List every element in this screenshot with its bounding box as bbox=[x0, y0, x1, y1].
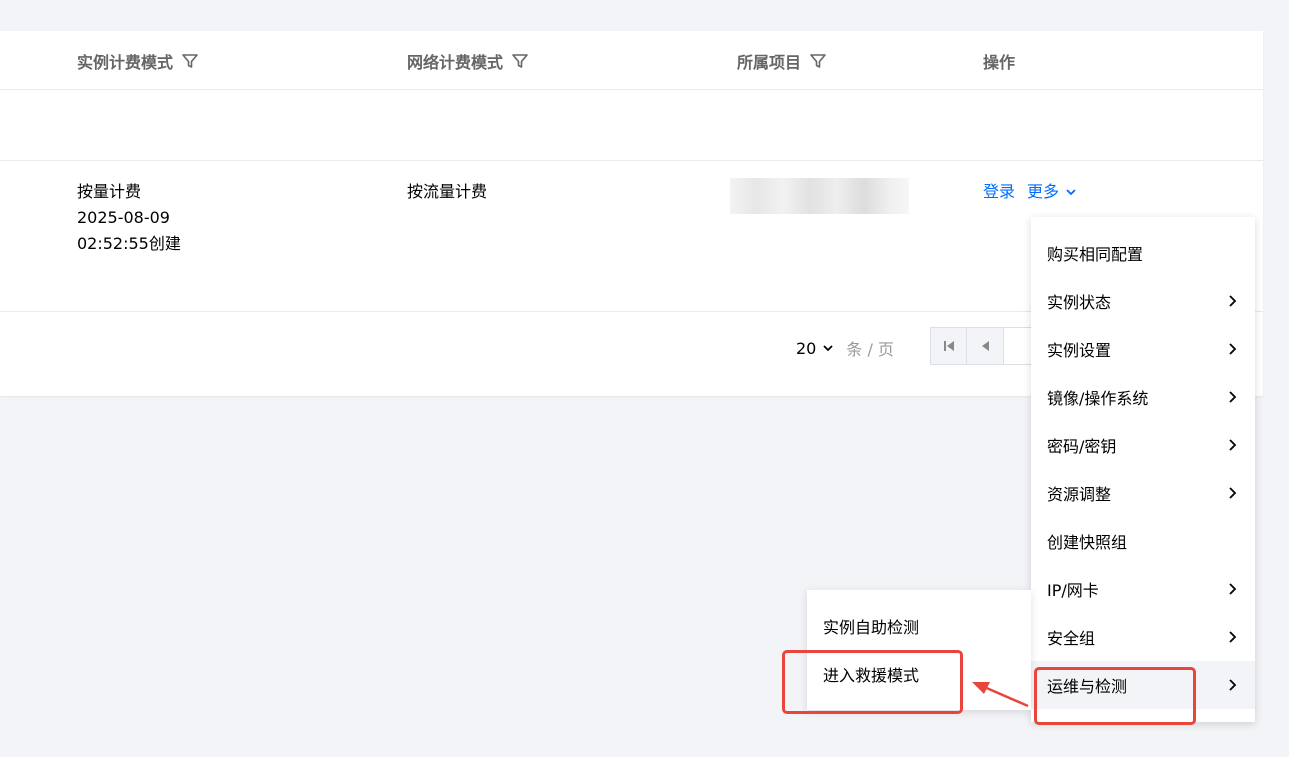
header-project-label: 所属项目 bbox=[737, 53, 802, 72]
chevron-right-icon bbox=[1229, 487, 1237, 499]
menu-item-ip-nic[interactable]: IP/网卡 bbox=[1031, 565, 1255, 613]
chevron-down-icon bbox=[1066, 189, 1076, 196]
menu-item-instance-settings[interactable]: 实例设置 bbox=[1031, 325, 1255, 373]
chevron-down-icon bbox=[823, 345, 833, 352]
menu-item-label: 安全组 bbox=[1047, 629, 1096, 648]
prev-page-button[interactable] bbox=[967, 327, 1004, 365]
created-time: 02:52:55创建 bbox=[77, 234, 181, 253]
filter-icon[interactable] bbox=[181, 52, 199, 70]
header-billing-mode-label: 实例计费模式 bbox=[77, 53, 174, 72]
cell-network-billing: 按流量计费 bbox=[407, 182, 488, 201]
header-actions-label: 操作 bbox=[983, 53, 1016, 72]
arrow-annotation bbox=[972, 682, 1029, 708]
filter-icon[interactable] bbox=[809, 52, 827, 70]
created-date: 2025-08-09 bbox=[77, 208, 170, 227]
menu-item-create-snapshot-group[interactable]: 创建快照组 bbox=[1031, 517, 1255, 565]
menu-item-label: 创建快照组 bbox=[1047, 533, 1128, 552]
prev-page-icon bbox=[982, 341, 989, 351]
menu-item-password-key[interactable]: 密码/密钥 bbox=[1031, 421, 1255, 469]
highlight-box-rescue bbox=[782, 650, 963, 714]
chevron-right-icon bbox=[1229, 583, 1237, 595]
menu-item-label: 资源调整 bbox=[1047, 485, 1112, 504]
menu-item-label: 密码/密钥 bbox=[1047, 437, 1117, 456]
chevron-right-icon bbox=[1229, 343, 1237, 355]
header-billing-mode: 实例计费模式 bbox=[77, 49, 199, 73]
billing-mode-value: 按量计费 bbox=[77, 182, 142, 201]
menu-item-instance-status[interactable]: 实例状态 bbox=[1031, 277, 1255, 325]
page-size-select[interactable]: 20 条 / 页 bbox=[796, 336, 894, 360]
menu-item-label: 实例设置 bbox=[1047, 341, 1112, 360]
submenu-item-self-check[interactable]: 实例自助检测 bbox=[807, 602, 1031, 650]
filter-icon[interactable] bbox=[511, 52, 529, 70]
chevron-right-icon bbox=[1229, 295, 1237, 307]
page-size-value: 20 bbox=[796, 338, 817, 358]
page-number-input[interactable] bbox=[1004, 327, 1034, 365]
menu-item-label: 实例状态 bbox=[1047, 293, 1112, 312]
header-network-billing-label: 网络计费模式 bbox=[407, 53, 504, 72]
chevron-right-icon bbox=[1229, 391, 1237, 403]
more-dropdown[interactable]: 更多 bbox=[1027, 179, 1077, 205]
header-network-billing: 网络计费模式 bbox=[407, 49, 529, 73]
highlight-box-ops bbox=[1034, 667, 1196, 725]
menu-item-label: 购买相同配置 bbox=[1047, 245, 1144, 264]
chevron-right-icon bbox=[1229, 679, 1237, 691]
header-project: 所属项目 bbox=[737, 49, 827, 73]
table-header: 实例计费模式 网络计费模式 所属项目 操作 bbox=[0, 31, 1263, 90]
chevron-right-icon bbox=[1229, 631, 1237, 643]
menu-item-security-group[interactable]: 安全组 bbox=[1031, 613, 1255, 661]
more-label: 更多 bbox=[1027, 182, 1060, 201]
first-page-icon bbox=[943, 341, 954, 351]
table-row-empty bbox=[0, 90, 1263, 161]
more-menu: 购买相同配置 实例状态 实例设置 镜像/操作系统 密码/密钥 资源调整 创建快照… bbox=[1031, 217, 1255, 722]
menu-item-buy-same[interactable]: 购买相同配置 bbox=[1031, 229, 1255, 277]
login-link[interactable]: 登录 bbox=[983, 179, 1015, 205]
menu-item-label: 镜像/操作系统 bbox=[1047, 389, 1149, 408]
submenu-item-label: 实例自助检测 bbox=[823, 618, 920, 637]
menu-item-image-os[interactable]: 镜像/操作系统 bbox=[1031, 373, 1255, 421]
cell-billing-mode: 按量计费 2025-08-09 02:52:55创建 bbox=[77, 179, 181, 257]
project-blurred bbox=[730, 178, 909, 214]
menu-item-resource-adjust[interactable]: 资源调整 bbox=[1031, 469, 1255, 517]
menu-item-label: IP/网卡 bbox=[1047, 581, 1099, 600]
page-size-unit: 条 / 页 bbox=[846, 340, 894, 359]
chevron-right-icon bbox=[1229, 439, 1237, 451]
cell-actions: 登录 更多 bbox=[983, 179, 1077, 205]
first-page-button[interactable] bbox=[930, 327, 967, 365]
page-buttons bbox=[930, 327, 1034, 365]
header-actions: 操作 bbox=[983, 49, 1015, 73]
